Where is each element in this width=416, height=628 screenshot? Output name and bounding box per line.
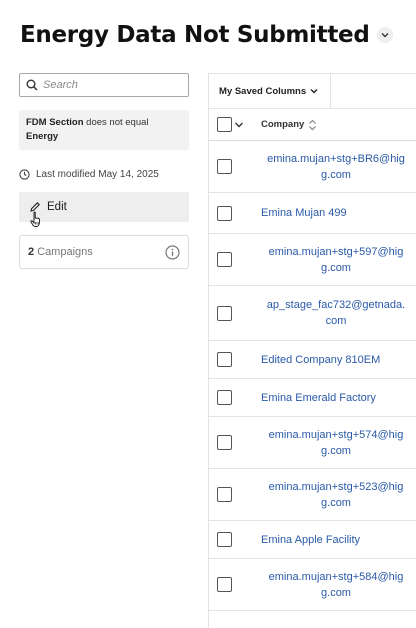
company-grid: My Saved Columns Company emina.mujan+stg…: [208, 73, 416, 628]
company-link[interactable]: Emina Apple Facility: [261, 532, 411, 548]
company-column-header[interactable]: Company: [261, 119, 317, 131]
edit-button[interactable]: Edit: [19, 192, 189, 227]
select-all-checkbox[interactable]: [217, 117, 232, 132]
company-name-line1: Emina Emerald Factory: [261, 391, 376, 404]
company-name-line2: g.com: [321, 261, 351, 274]
table-row[interactable]: emina.mujan+stg+574@hig g.com: [209, 417, 416, 469]
grid-toolbar: My Saved Columns: [209, 73, 416, 109]
row-checkbox-cell: [209, 205, 261, 221]
search-input[interactable]: [43, 79, 173, 91]
search-box[interactable]: [19, 73, 189, 97]
page-title: Energy Data Not Submitted: [20, 22, 370, 48]
row-checkbox[interactable]: [217, 205, 232, 221]
company-link[interactable]: emina.mujan+stg+597@hig g.com: [261, 244, 411, 276]
company-link[interactable]: Emina Emerald Factory: [261, 390, 411, 406]
last-modified-text: Last modified May 14, 2025: [36, 169, 159, 180]
company-link[interactable]: Emina Mujan 499: [261, 205, 411, 221]
row-checkbox-cell: [209, 352, 261, 367]
filter-value: Energy: [26, 131, 59, 142]
company-name-line1: emina.mujan+stg+523@hig: [268, 480, 404, 493]
company-name-line1: Edited Company 810EM: [261, 353, 381, 366]
company-name-line1: ap_stage_fac732@getnada.: [266, 299, 406, 311]
row-checkbox-cell: [209, 487, 261, 502]
row-checkbox[interactable]: [217, 352, 232, 367]
company-name-line2: g.com: [321, 444, 351, 457]
hand-cursor-icon: [30, 211, 40, 227]
last-modified: Last modified May 14, 2025: [19, 169, 189, 180]
row-checkbox[interactable]: [217, 532, 232, 547]
chevron-down-icon[interactable]: [234, 120, 244, 130]
row-checkbox[interactable]: [217, 435, 232, 450]
table-row[interactable]: emina.mujan+stg+523@hig g.com: [209, 469, 416, 521]
row-checkbox[interactable]: [217, 252, 232, 267]
sort-icon[interactable]: [308, 119, 317, 131]
campaigns-count: 2: [28, 246, 35, 258]
search-icon: [26, 79, 38, 91]
campaigns-label: Campaigns: [37, 246, 93, 258]
title-row: Energy Data Not Submitted: [20, 22, 394, 48]
company-name-line1: emina.mujan+stg+574@hig: [268, 428, 404, 441]
row-checkbox[interactable]: [217, 390, 232, 405]
company-name-line1: Emina Mujan 499: [261, 207, 347, 219]
row-checkbox-cell: [209, 577, 261, 592]
filter-operator: does not equal: [86, 117, 149, 128]
company-name-line1: emina.mujan+stg+584@hig: [268, 570, 404, 583]
row-checkbox-cell: [209, 252, 261, 267]
table-row[interactable]: Emina Mujan 499: [209, 193, 416, 234]
company-name-line1: emina.mujan+stg+597@hig: [268, 245, 404, 258]
sidebar: FDM Section does not equal Energy Last m…: [19, 73, 189, 269]
table-row[interactable]: Emina Apple Facility: [209, 521, 416, 559]
filter-field: FDM Section: [26, 117, 84, 128]
campaigns-panel[interactable]: 2 Campaigns: [19, 235, 189, 269]
company-link[interactable]: Edited Company 810EM: [261, 352, 411, 368]
row-checkbox[interactable]: [217, 577, 232, 592]
company-name-line2: g.com: [321, 168, 351, 181]
table-row[interactable]: ap_stage_fac732@getnada.com: [209, 286, 416, 341]
company-link[interactable]: emina.mujan+stg+BR6@hig g.com: [261, 151, 411, 183]
company-link[interactable]: emina.mujan+stg+584@hig g.com: [261, 569, 411, 601]
company-name-line2: com: [325, 315, 347, 327]
campaigns-text: 2 Campaigns: [28, 246, 93, 258]
chevron-down-icon: [381, 33, 389, 38]
grid-body: emina.mujan+stg+BR6@hig g.com Emina Mujan …: [209, 141, 416, 611]
company-link[interactable]: ap_stage_fac732@getnada.com: [261, 297, 411, 329]
edit-button-label: Edit: [47, 201, 67, 213]
company-name-line1: Emina Apple Facility: [261, 533, 361, 546]
table-row[interactable]: emina.mujan+stg+597@hig g.com: [209, 234, 416, 286]
filter-summary: FDM Section does not equal Energy: [19, 110, 189, 150]
info-icon[interactable]: [165, 244, 180, 260]
saved-columns-label: My Saved Columns: [219, 85, 307, 97]
company-name-line2: g.com: [321, 586, 351, 599]
chevron-down-icon: [310, 89, 318, 94]
select-all-control[interactable]: [209, 117, 261, 132]
row-checkbox-cell: [209, 159, 261, 174]
row-checkbox[interactable]: [217, 487, 232, 502]
row-checkbox-cell: [209, 305, 261, 321]
table-row[interactable]: emina.mujan+stg+BR6@hig g.com: [209, 141, 416, 193]
row-checkbox[interactable]: [217, 305, 232, 321]
company-header-label: Company: [261, 119, 305, 130]
grid-header-row: Company: [209, 109, 416, 141]
row-checkbox[interactable]: [217, 159, 232, 174]
clock-icon: [19, 169, 30, 180]
row-checkbox-cell: [209, 390, 261, 405]
table-row[interactable]: Edited Company 810EM: [209, 341, 416, 379]
row-checkbox-cell: [209, 435, 261, 450]
company-name-line2: g.com: [321, 496, 351, 509]
row-checkbox-cell: [209, 532, 261, 547]
saved-columns-dropdown[interactable]: My Saved Columns: [209, 73, 331, 109]
table-row[interactable]: emina.mujan+stg+584@hig g.com: [209, 559, 416, 611]
company-link[interactable]: emina.mujan+stg+523@hig g.com: [261, 479, 411, 511]
company-name-line1: emina.mujan+stg+BR6@hig: [267, 152, 405, 165]
table-row[interactable]: Emina Emerald Factory: [209, 379, 416, 417]
company-link[interactable]: emina.mujan+stg+574@hig g.com: [261, 427, 411, 459]
title-dropdown-button[interactable]: [377, 27, 394, 43]
